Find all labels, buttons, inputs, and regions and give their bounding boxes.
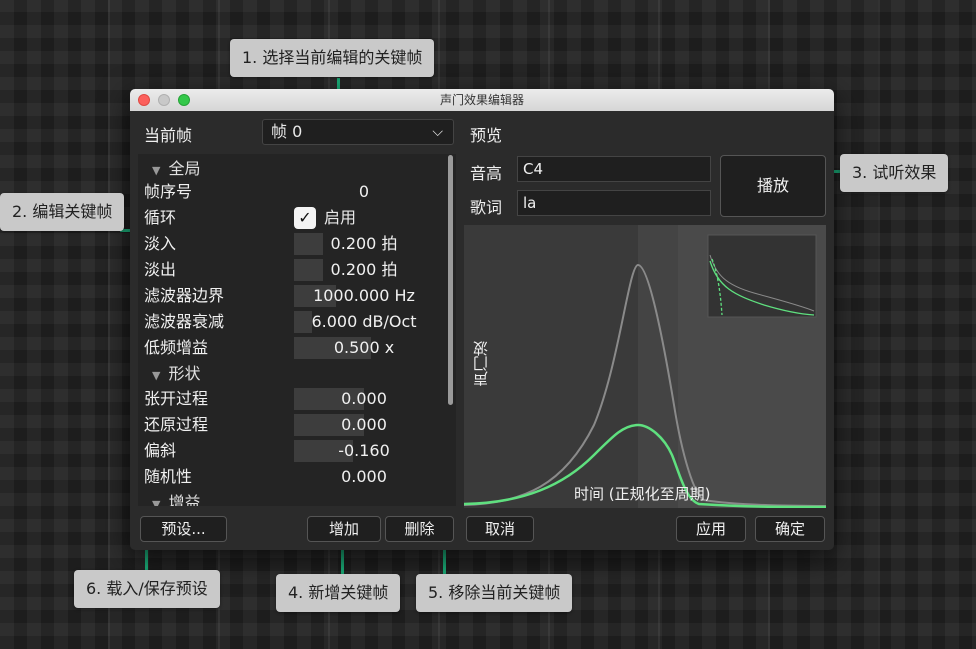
fade-in-slider[interactable]: 0.200 拍 [294,233,434,255]
prop-row-skew: 偏斜 -0.160 [138,438,438,464]
plot-x-label: 时间 (正规化至周期) [574,485,711,503]
return-label: 还原过程 [144,415,209,434]
callout-select-keyframe: 1. 选择当前编辑的关键帧 [230,39,435,77]
minimize-window-button[interactable] [158,94,170,106]
chevron-down-icon: ⌵ [432,124,443,140]
callout-remove-keyframe: 5. 移除当前关键帧 [416,574,573,612]
open-slider[interactable]: 0.000 [294,388,434,410]
apply-button[interactable]: 应用 [676,516,746,542]
callout-4-line [341,546,344,576]
random-slider[interactable]: 0.000 [294,466,434,488]
prop-row-open: 张开过程 0.000 [138,386,438,412]
preset-button[interactable]: 预设... [140,516,227,542]
low-gain-label: 低频增益 [144,338,209,357]
glottal-wave-plot: 声门波 时间 (正规化至周期) [464,225,826,508]
current-frame-value: 帧 0 [271,122,303,141]
prop-row-filter-boundary: 滤波器边界 1000.000 Hz [138,283,438,309]
open-label: 张开过程 [144,389,209,408]
skew-value: -0.160 [338,441,390,460]
close-window-button[interactable] [138,94,150,106]
fade-in-label: 淡入 [144,234,177,253]
random-label: 随机性 [144,467,193,486]
lyric-input[interactable]: la [517,190,711,216]
loop-label: 循环 [144,208,177,227]
spectrum-inset [707,234,817,318]
filter-decay-value: 6.000 dB/Oct [311,312,417,331]
callout-add-keyframe: 4. 新增关键帧 [276,574,401,612]
pitch-label: 音高 [470,164,503,183]
disclosure-triangle-icon: ▼ [152,369,161,382]
title-bar: 声门效果编辑器 [130,89,834,111]
fade-out-value: 0.200 拍 [330,260,398,279]
low-gain-value: 0.500 x [333,338,395,357]
prop-row-filter-decay: 滤波器衰减 6.000 dB/Oct [138,309,438,335]
preview-label: 预览 [470,126,503,145]
return-slider[interactable]: 0.000 [294,414,434,436]
add-keyframe-button[interactable]: 增加 [307,516,381,542]
section-gain[interactable]: ▼ 增益 [152,490,200,506]
plot-y-label: 声门波 [472,341,490,386]
current-frame-dropdown[interactable]: 帧 0 ⌵ [262,119,454,145]
pitch-input[interactable]: C4 [517,156,711,182]
callout-load-save-preset: 6. 载入/保存预设 [74,570,220,608]
disclosure-triangle-icon: ▼ [152,498,161,506]
open-value: 0.000 [341,389,387,408]
prop-row-return: 还原过程 0.000 [138,412,438,438]
maximize-window-button[interactable] [178,94,190,106]
callout-preview-effect: 3. 试听效果 [840,154,949,192]
prop-row-fade-in: 淡入 0.200 拍 [138,231,438,257]
fade-out-slider[interactable]: 0.200 拍 [294,259,434,281]
filter-boundary-label: 滤波器边界 [144,286,225,305]
frame-index-label: 帧序号 [144,182,193,201]
skew-label: 偏斜 [144,441,177,460]
filter-boundary-slider[interactable]: 1000.000 Hz [294,285,434,307]
filter-decay-label: 滤波器衰减 [144,312,225,331]
filter-boundary-value: 1000.000 Hz [313,286,415,305]
current-frame-label: 当前帧 [144,126,193,145]
delete-keyframe-button[interactable]: 删除 [385,516,454,542]
fade-out-label: 淡出 [144,260,177,279]
callout-edit-keyframe: 2. 编辑关键帧 [0,193,125,231]
cancel-button[interactable]: 取消 [466,516,534,542]
low-gain-slider[interactable]: 0.500 x [294,337,434,359]
prop-row-low-gain: 低频增益 0.500 x [138,335,438,361]
frame-index-value: 0 [358,182,370,201]
period-highlight [638,225,678,508]
ok-button[interactable]: 确定 [755,516,825,542]
keyframe-properties-panel[interactable]: ▼ 全局 帧序号 0 循环 ✓ 启用 淡入 0.200 拍 淡出 0.200 拍 … [138,154,456,506]
callout-5-line [443,546,446,576]
prop-row-random: 随机性 0.000 [138,464,438,490]
return-value: 0.000 [341,415,387,434]
prop-row-frame-index: 帧序号 0 [138,179,438,205]
lyric-label: 歌词 [470,198,503,217]
play-button[interactable]: 播放 [720,155,826,217]
window-title: 声门效果编辑器 [439,93,524,107]
glottal-effect-editor-window: 声门效果编辑器 当前帧 帧 0 ⌵ 预览 ▼ 全局 帧序号 0 循环 ✓ 启用 淡… [130,89,834,550]
filter-decay-slider[interactable]: 6.000 dB/Oct [294,311,434,333]
prop-row-loop: 循环 ✓ 启用 [138,205,438,231]
loop-checkbox-text: 启用 [324,208,357,227]
properties-scrollbar[interactable] [448,155,453,405]
loop-checkbox[interactable]: ✓ [294,207,316,229]
prop-row-fade-out: 淡出 0.200 拍 [138,257,438,283]
skew-slider[interactable]: -0.160 [294,440,434,462]
section-shape[interactable]: ▼ 形状 [152,361,200,389]
random-value: 0.000 [341,467,387,486]
fade-in-value: 0.200 拍 [330,234,398,253]
glottal-wave-svg [464,225,826,508]
disclosure-triangle-icon: ▼ [152,164,161,177]
